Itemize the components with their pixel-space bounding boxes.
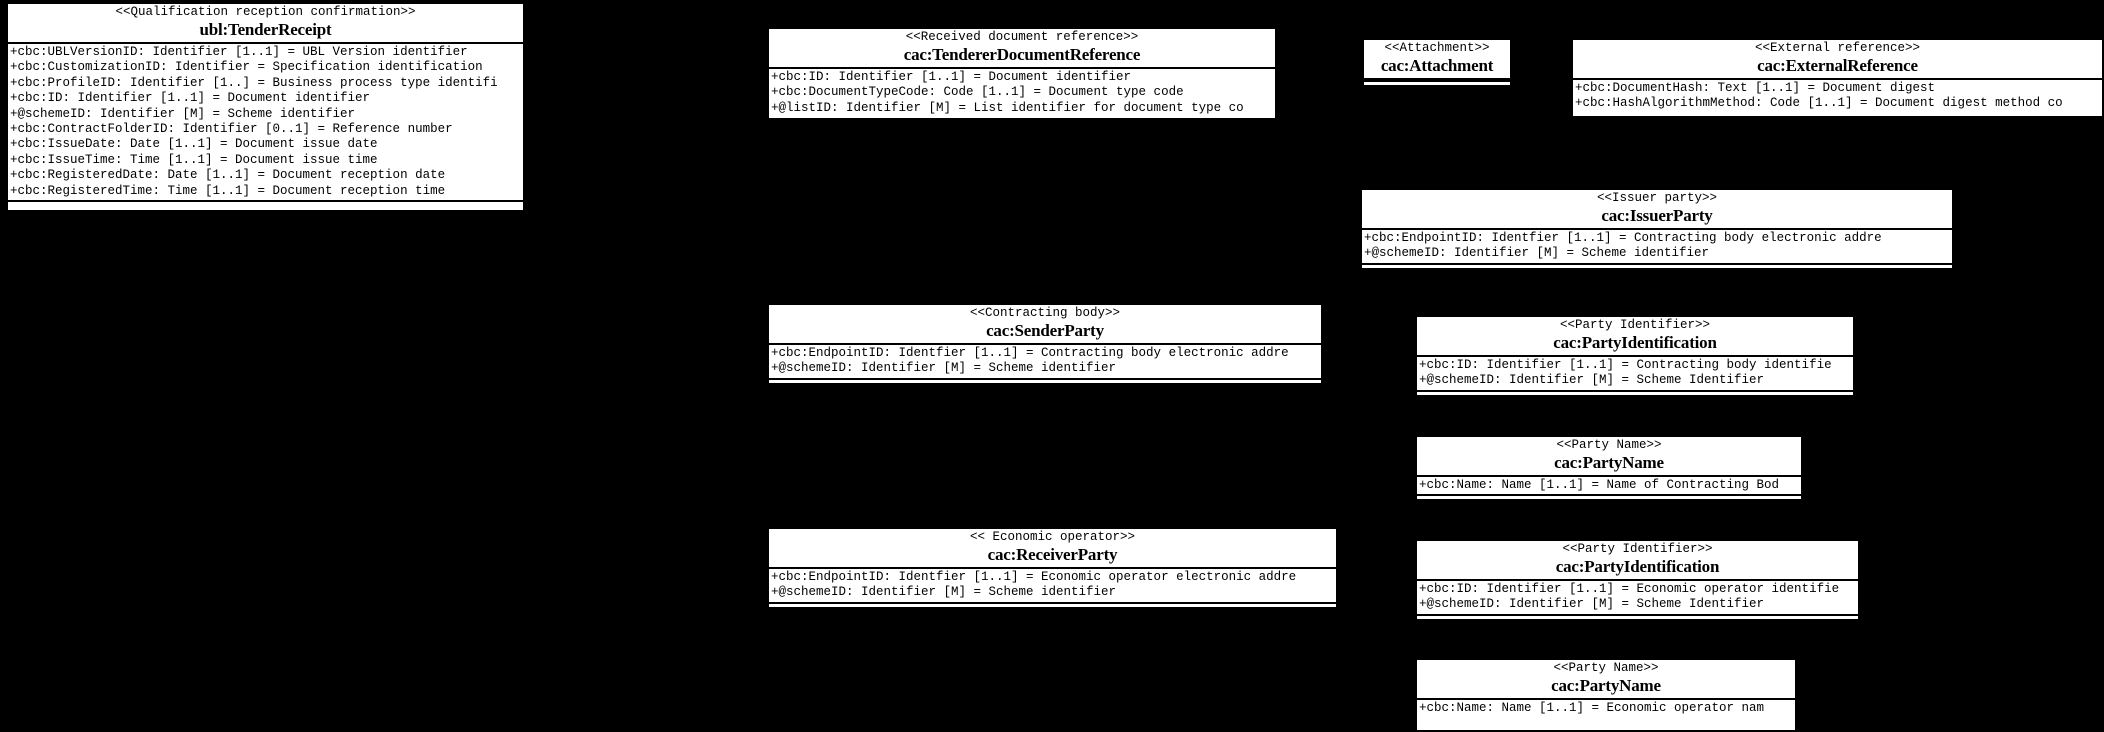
uml-empty-compartment bbox=[1362, 262, 1952, 268]
uml-attribute: +cbc:Name: Name [1..1] = Economic operat… bbox=[1419, 701, 1765, 715]
uml-attribute: +@schemeID: Identifier [M] = Scheme iden… bbox=[771, 585, 1117, 600]
uml-attribute: +cbc:CustomizationID: Identifier = Speci… bbox=[10, 60, 483, 75]
uml-header: <<Party Name>> cac:PartyName bbox=[1417, 437, 1801, 477]
uml-header: <<Party Identifier>> cac:PartyIdentifica… bbox=[1417, 541, 1858, 581]
uml-class-name: ubl:TenderReceipt bbox=[199, 20, 332, 39]
uml-attribute: +cbc:IssueDate: Date [1..1] = Document i… bbox=[10, 137, 378, 152]
uml-empty-compartment bbox=[769, 601, 1336, 607]
uml-attribute-list: +cbc:Name: Name [1..1] = Economic operat… bbox=[1417, 700, 1795, 718]
uml-class-party-identification-contracting-body[interactable]: <<Party Identifier>> cac:PartyIdentifica… bbox=[1415, 315, 1855, 397]
uml-attribute: +cbc:DocumentHash: Text [1..1] = Documen… bbox=[1575, 81, 1936, 95]
uml-attribute: +cbc:ID: Identifier [1..1] = Economic op… bbox=[1419, 582, 1840, 596]
uml-class-name: cac:ReceiverParty bbox=[987, 545, 1118, 564]
uml-stereotype: <<Attachment>> bbox=[1384, 41, 1490, 55]
uml-attribute: +cbc:EndpointID: Identfier [1..1] = Cont… bbox=[771, 346, 1289, 360]
uml-header: <<Received document reference>> cac:Tend… bbox=[769, 29, 1275, 69]
uml-class-name: cac:ExternalReference bbox=[1757, 56, 1918, 75]
uml-attribute-list: +cbc:ID: Identifier [1..1] = Economic op… bbox=[1417, 581, 1858, 614]
uml-class-name: cac:PartyName bbox=[1551, 676, 1661, 695]
uml-attribute: +@schemeID: Identifier [M] = Scheme Iden… bbox=[1419, 373, 1765, 388]
uml-stereotype: <<Party Name>> bbox=[1553, 661, 1659, 675]
uml-attribute: +cbc:ID: Identifier [1..1] = Document id… bbox=[771, 70, 1132, 84]
uml-class-receiver-party[interactable]: << Economic operator>> cac:ReceiverParty… bbox=[767, 527, 1338, 609]
uml-stereotype: <<Party Identifier>> bbox=[1562, 542, 1713, 556]
uml-attribute: +cbc:ContractFolderID: Identifier [0..1]… bbox=[10, 122, 453, 137]
uml-attribute: +cbc:RegisteredDate: Date [1..1] = Docum… bbox=[10, 168, 446, 183]
uml-class-tenderer-document-reference[interactable]: <<Received document reference>> cac:Tend… bbox=[767, 27, 1277, 120]
uml-attribute: +cbc:IssueTime: Time [1..1] = Document i… bbox=[10, 152, 378, 167]
uml-attribute: +@schemeID: Identifier [M] = Scheme Iden… bbox=[1419, 597, 1765, 612]
uml-attribute-list: +cbc:EndpointID: Identfier [1..1] = Cont… bbox=[1362, 230, 1952, 263]
uml-stereotype: <<External reference>> bbox=[1754, 41, 1921, 55]
uml-class-name: cac:PartyName bbox=[1554, 453, 1664, 472]
uml-class-name: cac:PartyIdentification bbox=[1553, 333, 1717, 352]
uml-empty-compartment bbox=[769, 377, 1321, 383]
uml-class-tender-receipt[interactable]: <<Qualification reception confirmation>>… bbox=[6, 2, 525, 212]
uml-class-name: cac:TendererDocumentReference bbox=[903, 45, 1141, 64]
uml-header: <<Issuer party>> cac:IssuerParty bbox=[1362, 190, 1952, 230]
uml-header: <<Party Identifier>> cac:PartyIdentifica… bbox=[1417, 317, 1853, 357]
uml-stereotype: <<Party Name>> bbox=[1556, 438, 1662, 452]
uml-attribute: +cbc:Name: Name [1..1] = Name of Contrac… bbox=[1419, 478, 1780, 492]
uml-attribute: +cbc:EndpointID: Identfier [1..1] = Cont… bbox=[1364, 231, 1882, 245]
uml-attribute-list: +cbc:EndpointID: Identfier [1..1] = Econ… bbox=[769, 569, 1336, 602]
uml-empty-compartment bbox=[1364, 80, 1510, 85]
uml-class-party-identification-economic-operator[interactable]: <<Party Identifier>> cac:PartyIdentifica… bbox=[1415, 539, 1860, 621]
uml-attribute-list: +cbc:ID: Identifier [1..1] = Document id… bbox=[769, 69, 1275, 118]
uml-attribute: +@schemeID: Identifier [M] = Scheme iden… bbox=[1364, 246, 1710, 261]
diagram-canvas: <<Qualification reception confirmation>>… bbox=[0, 0, 2104, 732]
uml-empty-compartment bbox=[1417, 389, 1853, 395]
uml-attribute: +cbc:RegisteredTime: Time [1..1] = Docum… bbox=[10, 183, 446, 198]
uml-attribute: +cbc:UBLVersionID: Identifier [1..1] = U… bbox=[10, 45, 468, 59]
uml-attribute: +cbc:ID: Identifier [1..1] = Document id… bbox=[10, 91, 371, 106]
uml-header: <<Qualification reception confirmation>>… bbox=[8, 4, 523, 44]
uml-header: <<Party Name>> cac:PartyName bbox=[1417, 660, 1795, 700]
uml-header: << Economic operator>> cac:ReceiverParty bbox=[769, 529, 1336, 569]
uml-attribute: +cbc:DocumentTypeCode: Code [1..1] = Doc… bbox=[771, 85, 1184, 100]
uml-attribute-list: +cbc:Name: Name [1..1] = Name of Contrac… bbox=[1417, 477, 1801, 495]
uml-class-name: cac:PartyIdentification bbox=[1555, 557, 1720, 576]
uml-header: <<Contracting body>> cac:SenderParty bbox=[769, 305, 1321, 345]
uml-class-party-name-contracting-body[interactable]: <<Party Name>> cac:PartyName +cbc:Name: … bbox=[1415, 435, 1803, 501]
uml-header: <<Attachment>> cac:Attachment bbox=[1364, 40, 1510, 80]
uml-class-name: cac:Attachment bbox=[1380, 56, 1494, 75]
uml-class-sender-party[interactable]: <<Contracting body>> cac:SenderParty +cb… bbox=[767, 303, 1323, 385]
uml-class-external-reference[interactable]: <<External reference>> cac:ExternalRefer… bbox=[1571, 38, 2104, 118]
uml-attribute: +cbc:ID: Identifier [1..1] = Contracting… bbox=[1419, 358, 1832, 372]
uml-attribute: +@listID: Identifier [M] = List identifi… bbox=[771, 100, 1244, 115]
uml-attribute: +cbc:ProfileID: Identifier [1..] = Busin… bbox=[10, 75, 498, 90]
uml-attribute-list: +cbc:EndpointID: Identfier [1..1] = Cont… bbox=[769, 345, 1321, 378]
uml-attribute: +@schemeID: Identifier [M] = Scheme iden… bbox=[771, 361, 1117, 376]
uml-empty-compartment bbox=[1417, 613, 1858, 619]
uml-stereotype: <<Contracting body>> bbox=[969, 306, 1121, 320]
uml-attribute-list: +cbc:ID: Identifier [1..1] = Contracting… bbox=[1417, 357, 1853, 390]
uml-attribute-list: +cbc:DocumentHash: Text [1..1] = Documen… bbox=[1573, 80, 2102, 113]
uml-stereotype: <<Received document reference>> bbox=[905, 30, 1139, 44]
uml-header: <<External reference>> cac:ExternalRefer… bbox=[1573, 40, 2102, 80]
uml-empty-compartment bbox=[1417, 494, 1801, 499]
uml-class-issuer-party[interactable]: <<Issuer party>> cac:IssuerParty +cbc:En… bbox=[1360, 188, 1954, 270]
uml-class-name: cac:IssuerParty bbox=[1601, 206, 1713, 225]
uml-class-party-name-economic-operator[interactable]: <<Party Name>> cac:PartyName +cbc:Name: … bbox=[1415, 658, 1797, 732]
uml-stereotype: <<Party Identifier>> bbox=[1559, 318, 1711, 332]
uml-stereotype: <<Issuer party>> bbox=[1596, 191, 1718, 205]
uml-class-attachment[interactable]: <<Attachment>> cac:Attachment bbox=[1362, 38, 1512, 87]
uml-attribute: +@schemeID: Identifier [M] = Scheme iden… bbox=[10, 106, 356, 121]
uml-stereotype: <<Qualification reception confirmation>> bbox=[115, 5, 416, 19]
uml-class-name: cac:SenderParty bbox=[986, 321, 1104, 340]
uml-attribute-list: +cbc:UBLVersionID: Identifier [1..1] = U… bbox=[8, 44, 523, 201]
uml-empty-compartment bbox=[8, 200, 523, 206]
uml-attribute: +cbc:EndpointID: Identfier [1..1] = Econ… bbox=[771, 570, 1297, 584]
uml-stereotype: << Economic operator>> bbox=[969, 530, 1136, 544]
uml-attribute: +cbc:HashAlgorithmMethod: Code [1..1] = … bbox=[1575, 96, 2063, 111]
